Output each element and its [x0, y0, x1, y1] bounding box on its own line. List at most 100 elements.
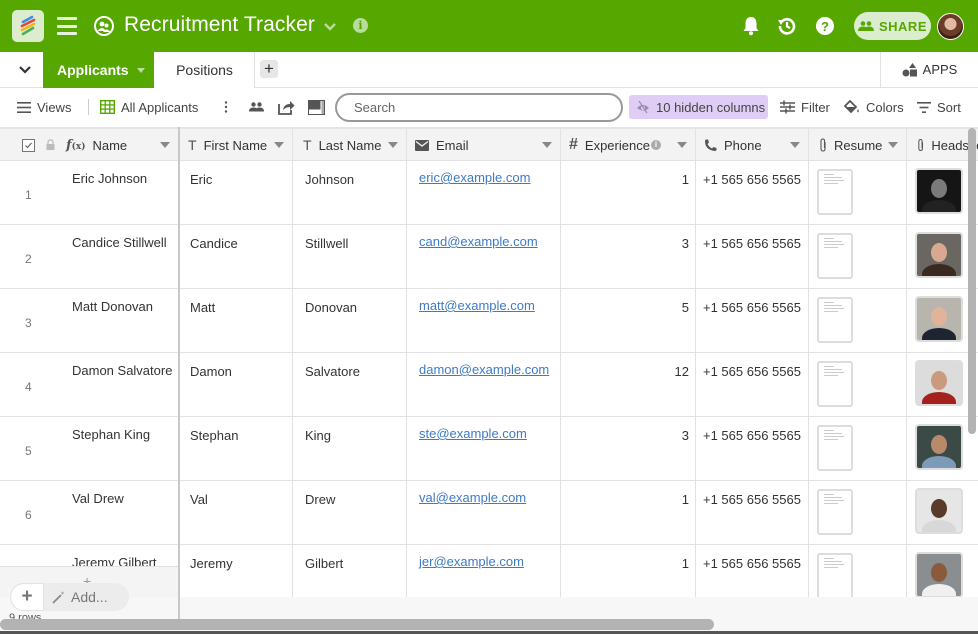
cell-resume[interactable]: [809, 353, 907, 416]
cell-first-name[interactable]: Matt: [180, 289, 293, 352]
share-button[interactable]: SHARE: [854, 12, 931, 40]
email-link[interactable]: val@example.com: [419, 490, 526, 505]
column-menu-caret[interactable]: [160, 142, 170, 148]
row-height-button[interactable]: [308, 88, 325, 126]
cell-name[interactable]: Eric Johnson: [60, 161, 178, 224]
cell-email[interactable]: val@example.com: [407, 481, 561, 544]
resume-attachment-thumbnail[interactable]: [817, 169, 853, 215]
add-options-button[interactable]: Add...: [44, 589, 108, 605]
notifications-bell-icon[interactable]: [740, 15, 762, 37]
column-header-first-name[interactable]: T First Name: [180, 129, 293, 161]
cell-resume[interactable]: [809, 417, 907, 480]
resume-attachment-thumbnail[interactable]: [817, 489, 853, 535]
user-avatar[interactable]: [937, 13, 964, 40]
table-row[interactable]: 3 Matt Donovan Matt Donovan matt@example.com…: [0, 289, 978, 353]
vertical-scrollbar[interactable]: [968, 128, 976, 434]
current-view-button[interactable]: All Applicants: [100, 88, 198, 126]
hidden-columns-button[interactable]: 10 hidden columns: [629, 95, 768, 119]
headshot-thumbnail[interactable]: [915, 488, 963, 534]
email-link[interactable]: jer@example.com: [419, 554, 524, 569]
cell-first-name[interactable]: Jeremy: [180, 545, 293, 597]
export-button[interactable]: [278, 88, 295, 126]
cell-headshot[interactable]: [907, 481, 978, 544]
cell-experience[interactable]: 1: [561, 161, 696, 224]
cell-last-name[interactable]: Gilbert: [293, 545, 407, 597]
cell-resume[interactable]: [809, 161, 907, 224]
cell-first-name[interactable]: Candice: [180, 225, 293, 288]
cell-first-name[interactable]: Damon: [180, 353, 293, 416]
cell-last-name[interactable]: Drew: [293, 481, 407, 544]
cell-email[interactable]: jer@example.com: [407, 545, 561, 597]
cell-name[interactable]: Candice Stillwell: [60, 225, 178, 288]
column-header-email[interactable]: Email: [407, 129, 561, 161]
horizontal-scrollbar[interactable]: [0, 619, 714, 630]
email-link[interactable]: damon@example.com: [419, 362, 549, 377]
cell-first-name[interactable]: Val: [180, 481, 293, 544]
headshot-thumbnail[interactable]: [915, 232, 963, 278]
views-button[interactable]: Views: [17, 88, 71, 126]
frozen-column-divider[interactable]: [178, 127, 180, 627]
main-menu-button[interactable]: [57, 17, 77, 35]
column-header-phone[interactable]: Phone: [696, 129, 809, 161]
cell-resume[interactable]: [809, 225, 907, 288]
resume-attachment-thumbnail[interactable]: [817, 425, 853, 471]
cell-first-name[interactable]: Eric: [180, 161, 293, 224]
column-header-experience[interactable]: # Experience i: [561, 129, 696, 161]
cell-phone[interactable]: +1 565 656 5565: [696, 353, 809, 416]
email-link[interactable]: eric@example.com: [419, 170, 530, 185]
cell-experience[interactable]: 1: [561, 481, 696, 544]
cell-last-name[interactable]: Stillwell: [293, 225, 407, 288]
column-header-resume[interactable]: Resume: [809, 129, 907, 161]
filter-button[interactable]: Filter: [780, 88, 830, 126]
table-row[interactable]: 5 Stephan King Stephan King ste@example.com 3…: [0, 417, 978, 481]
select-all-checkbox[interactable]: [22, 138, 35, 152]
help-icon[interactable]: ?: [814, 15, 836, 37]
column-menu-caret[interactable]: [790, 142, 800, 148]
resume-attachment-thumbnail[interactable]: [817, 553, 853, 597]
collaborators-button[interactable]: [249, 88, 264, 126]
sort-button[interactable]: Sort: [917, 88, 961, 126]
history-icon[interactable]: [776, 15, 798, 37]
cell-headshot[interactable]: [907, 545, 978, 597]
table-row[interactable]: 2 Candice Stillwell Candice Stillwell cand@e…: [0, 225, 978, 289]
collapse-tabs-button[interactable]: [7, 52, 43, 87]
headshot-thumbnail[interactable]: [915, 296, 963, 342]
headshot-thumbnail[interactable]: [915, 552, 963, 597]
cell-last-name[interactable]: Donovan: [293, 289, 407, 352]
add-row-button[interactable]: +: [10, 583, 44, 611]
column-header-last-name[interactable]: T Last Name: [293, 129, 407, 161]
search-input[interactable]: [335, 93, 623, 122]
column-menu-caret[interactable]: [677, 142, 687, 148]
cell-phone[interactable]: +1 565 656 5565: [696, 417, 809, 480]
cell-experience[interactable]: 3: [561, 225, 696, 288]
headshot-thumbnail[interactable]: [915, 168, 963, 214]
cell-phone[interactable]: +1 565 656 5565: [696, 545, 809, 597]
cell-phone[interactable]: +1 565 656 5565: [696, 161, 809, 224]
column-menu-caret[interactable]: [388, 142, 398, 148]
cell-name[interactable]: Val Drew: [60, 481, 178, 544]
cell-experience[interactable]: 3: [561, 417, 696, 480]
info-icon[interactable]: i: [650, 140, 661, 150]
table-row[interactable]: 6 Val Drew Val Drew val@example.com 1 +1 565 6…: [0, 481, 978, 545]
email-link[interactable]: ste@example.com: [419, 426, 527, 441]
tab-applicants[interactable]: Applicants: [43, 52, 154, 88]
cell-experience[interactable]: 1: [561, 545, 696, 597]
cell-last-name[interactable]: King: [293, 417, 407, 480]
chevron-down-icon[interactable]: [322, 18, 338, 34]
cell-name[interactable]: Damon Salvatore: [60, 353, 178, 416]
column-menu-caret[interactable]: [274, 142, 284, 148]
column-menu-caret[interactable]: [542, 142, 552, 148]
view-options-button[interactable]: [224, 88, 228, 126]
cell-experience[interactable]: 12: [561, 353, 696, 416]
email-link[interactable]: cand@example.com: [419, 234, 538, 249]
table-row[interactable]: 4 Damon Salvatore Damon Salvatore damon@exam…: [0, 353, 978, 417]
cell-name[interactable]: Matt Donovan: [60, 289, 178, 352]
cell-resume[interactable]: [809, 481, 907, 544]
cell-last-name[interactable]: Johnson: [293, 161, 407, 224]
apps-button[interactable]: APPS: [880, 52, 978, 87]
cell-email[interactable]: matt@example.com: [407, 289, 561, 352]
column-header-name[interactable]: f(x) Name: [0, 129, 178, 161]
column-menu-caret[interactable]: [888, 142, 898, 148]
cell-experience[interactable]: 5: [561, 289, 696, 352]
resume-attachment-thumbnail[interactable]: [817, 361, 853, 407]
